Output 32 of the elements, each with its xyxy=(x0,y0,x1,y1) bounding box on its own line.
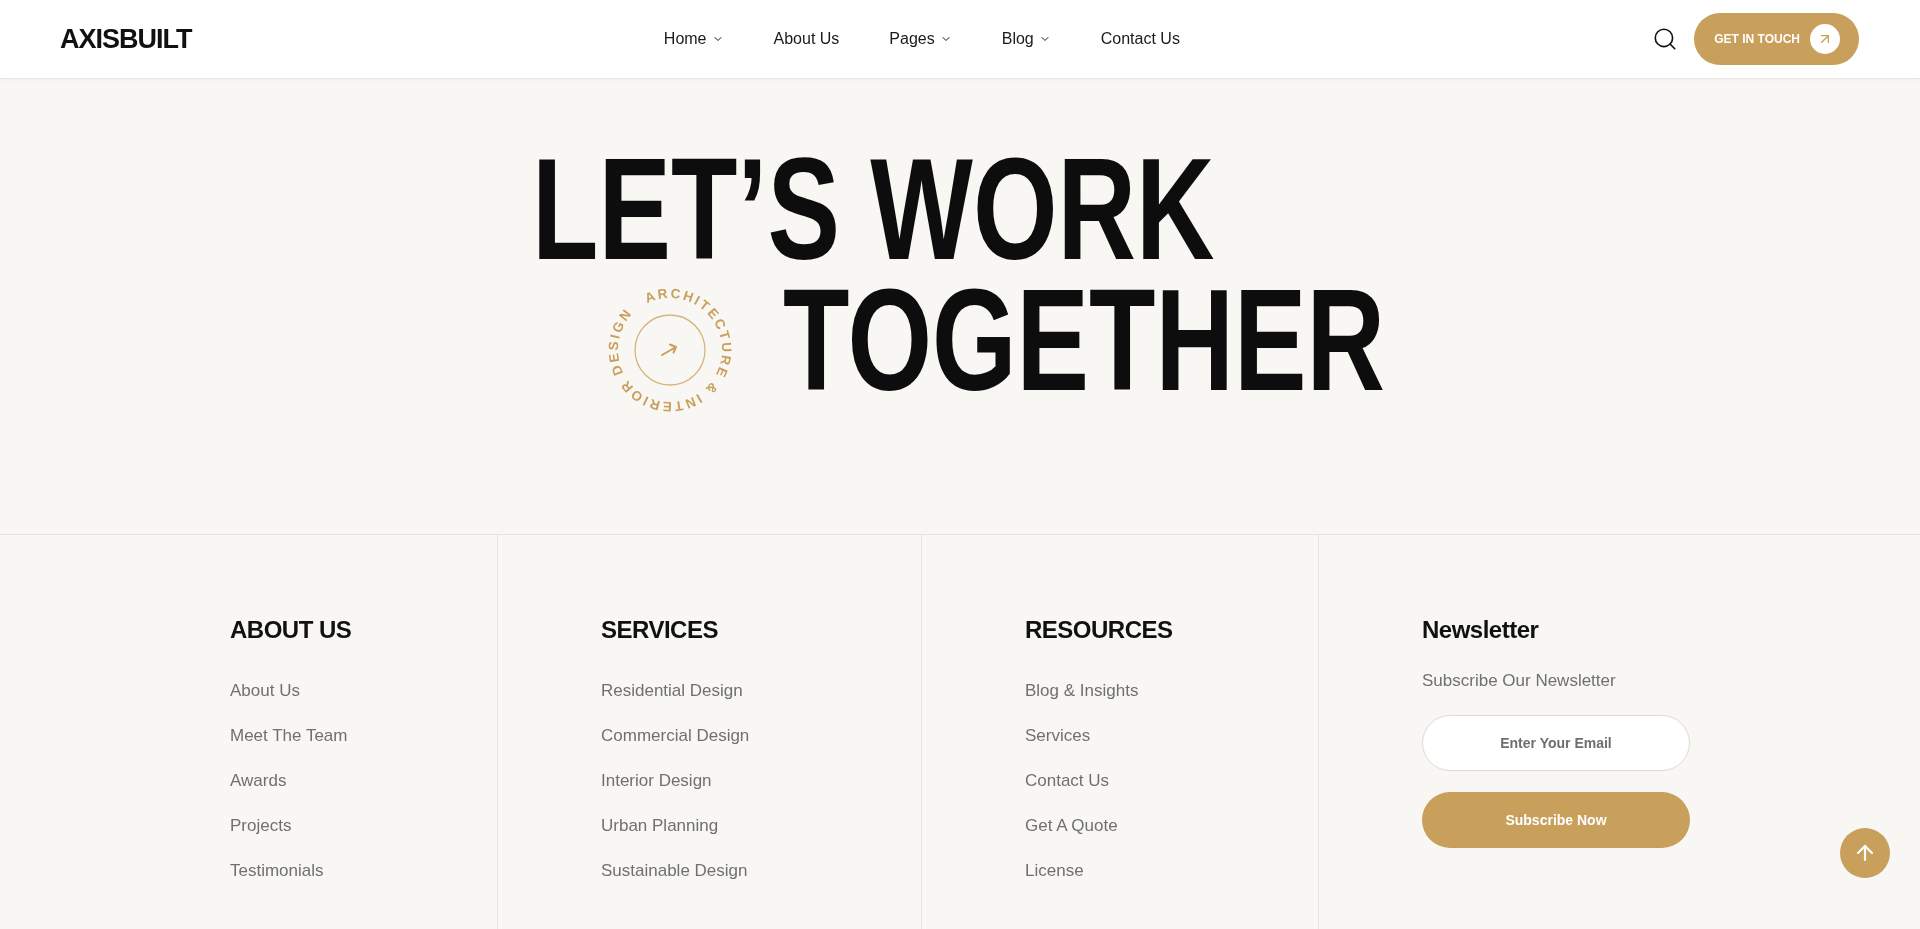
column-heading: SERVICES xyxy=(601,615,718,645)
footer-link[interactable]: Awards xyxy=(230,769,287,793)
footer-link[interactable]: Blog & Insights xyxy=(1025,679,1139,703)
nav-link[interactable]: Pages xyxy=(889,29,952,49)
footer-link[interactable]: Urban Planning xyxy=(601,814,719,838)
footer-link[interactable]: Testimonials xyxy=(230,859,324,883)
footer-link[interactable]: Projects xyxy=(230,814,292,838)
footer-link[interactable]: Sustainable Design xyxy=(601,859,748,883)
hero-title: LET’S WORK xyxy=(532,144,1215,275)
footer-link[interactable]: Residential Design xyxy=(601,679,743,703)
footer-link[interactable]: Meet The Team xyxy=(230,724,348,748)
nav-link[interactable]: Contact Us xyxy=(1100,29,1180,49)
footer-link[interactable]: Contact Us xyxy=(1025,769,1110,793)
footer-link[interactable]: License xyxy=(1025,859,1084,883)
logo[interactable]: AXISBUILT xyxy=(60,25,192,53)
email-input[interactable]: Enter Your Email xyxy=(1422,715,1690,771)
nav-link[interactable]: Blog xyxy=(1001,29,1051,49)
column-heading: RESOURCES xyxy=(1025,615,1173,645)
footer-link[interactable]: About Us xyxy=(230,679,300,703)
footer-link[interactable]: Get A Quote xyxy=(1025,814,1118,838)
hero-title: TOGETHER xyxy=(783,275,1386,406)
newsletter-text: Subscribe Our Newsletter xyxy=(1422,670,1616,692)
subscribe-button[interactable]: Subscribe Now xyxy=(1422,792,1690,848)
footer-link[interactable]: Services xyxy=(1025,724,1091,748)
nav-link[interactable]: Home xyxy=(663,29,724,49)
footer-link[interactable]: Interior Design xyxy=(601,769,712,793)
column-heading: ABOUT US xyxy=(230,615,352,645)
footer-link[interactable]: Commercial Design xyxy=(601,724,750,748)
arrow-circle-icon xyxy=(1810,24,1840,54)
get-in-touch-button[interactable]: GET IN TOUCH xyxy=(1694,13,1859,65)
column-heading: Newsletter xyxy=(1422,615,1539,645)
nav-link[interactable]: About Us xyxy=(773,29,840,49)
